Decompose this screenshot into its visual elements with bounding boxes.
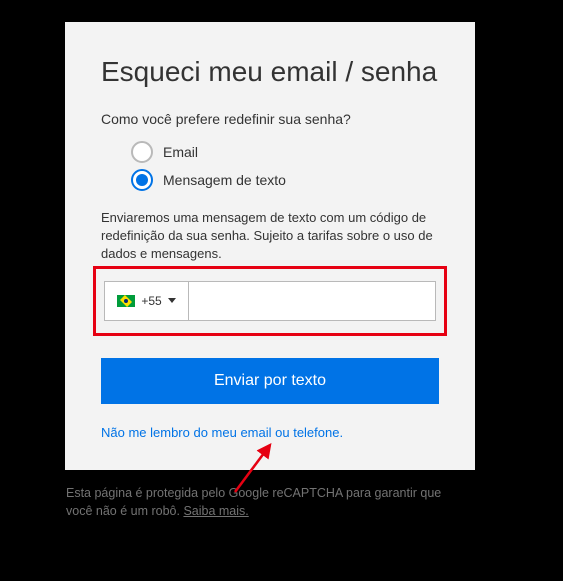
radio-sms-label: Mensagem de texto — [163, 172, 286, 188]
recaptcha-footer: Esta página é protegida pelo Google reCA… — [0, 470, 490, 520]
chevron-down-icon — [168, 298, 176, 303]
reset-password-card: Esqueci meu email / senha Como você pref… — [65, 22, 475, 470]
page-title: Esqueci meu email / senha — [101, 54, 439, 89]
radio-option-sms[interactable]: Mensagem de texto — [131, 169, 439, 191]
phone-number-input[interactable] — [188, 281, 436, 321]
reset-method-question: Como você prefere redefinir sua senha? — [101, 111, 439, 127]
radio-sms-indicator — [131, 169, 153, 191]
reset-method-radio-group: Email Mensagem de texto — [131, 141, 439, 191]
radio-email-label: Email — [163, 144, 198, 160]
phone-input-group: +55 — [104, 281, 436, 321]
forgot-email-phone-link[interactable]: Não me lembro do meu email ou telefone. — [101, 425, 343, 440]
radio-option-email[interactable]: Email — [131, 141, 439, 163]
country-code-selector[interactable]: +55 — [104, 281, 188, 321]
recaptcha-text: Esta página é protegida pelo Google reCA… — [66, 486, 441, 518]
sms-helper-text: Enviaremos uma mensagem de texto com um … — [101, 209, 439, 264]
phone-highlight-annotation: +55 — [93, 266, 447, 336]
submit-button[interactable]: Enviar por texto — [101, 358, 439, 404]
dial-code: +55 — [141, 294, 161, 308]
brazil-flag-icon — [117, 295, 135, 307]
radio-email-indicator — [131, 141, 153, 163]
recaptcha-learn-more-link[interactable]: Saiba mais. — [183, 504, 248, 518]
